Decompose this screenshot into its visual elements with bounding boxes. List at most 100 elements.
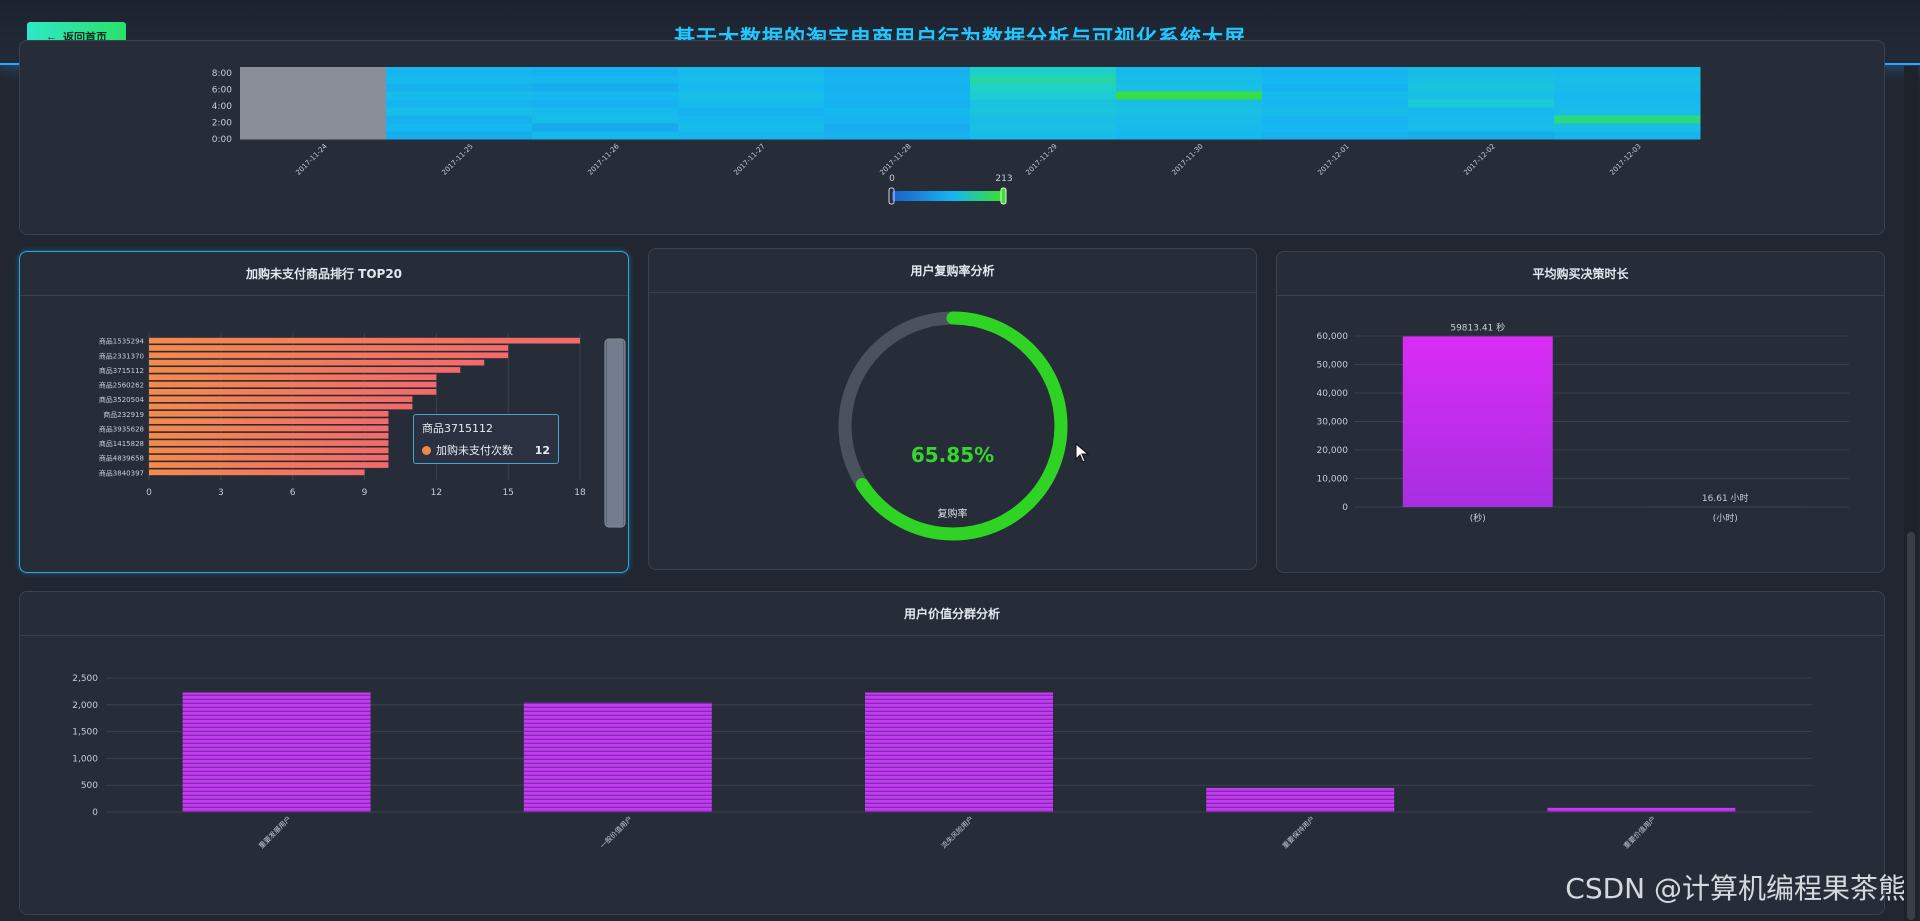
heatmap-cell [970,123,1117,132]
heatmap-x-tick: 2017-11-24 [294,142,329,177]
heatmap-cell [532,83,679,92]
cart-bar [149,432,389,439]
heatmap-cell [1408,67,1555,76]
segment-x-tick: 重要发展用户 [257,814,293,850]
segment-y-tick: 1,000 [72,754,98,764]
heatmap-cell [532,99,679,108]
heatmap-cell [1116,67,1263,76]
heatmap-cell [1116,99,1263,108]
segment-x-tick: 一般价值用户 [598,814,634,850]
heatmap-cell [970,99,1117,108]
heatmap-cell [386,91,533,100]
tooltip-title: 商品3715112 [422,422,493,435]
heatmap-cell [240,115,387,124]
series-dot-icon [422,445,431,455]
decision-y-tick: 50,000 [1317,361,1349,371]
heatmap-cell [1554,115,1701,124]
heatmap-x-tick: 2017-12-01 [1316,142,1350,176]
decision-data-label: 16.61 小时 [1702,492,1749,504]
heatmap-cell [1408,131,1555,140]
heatmap-cell [532,67,679,76]
cart-x-tick: 18 [574,488,586,498]
cart-bar [149,337,580,344]
heatmap-cell [824,115,971,124]
cart-x-tick: 6 [290,488,296,498]
cart-x-tick: 15 [502,488,513,498]
heatmap-x-tick: 2017-12-02 [1462,142,1496,176]
heatmap-cell [240,75,387,84]
heatmap-cell [824,83,971,92]
heatmap-cell [386,115,533,124]
heatmap-x-tick: 2017-11-30 [1170,142,1204,176]
heatmap-cell [1262,99,1409,108]
heatmap-cell [386,107,533,116]
heatmap-cell [1408,83,1555,92]
cart-y-tick: 商品2331370 [99,351,144,360]
repurchase-panel: 用户复购率分析 65.85% 复购率 [648,248,1257,570]
scrollbar-thumb[interactable] [1907,532,1915,920]
heatmap-cell [1554,75,1701,84]
heatmap-cell [1408,115,1555,124]
heatmap-cell [1262,91,1409,100]
cart-unpaid-panel: 加购未支付商品排行 TOP20 0 3 6 9 12 15 18 商品1535294 商品233… [19,251,629,573]
decision-bar [1402,336,1553,507]
heatmap-cell [970,83,1117,92]
heatmap-cell [532,123,679,132]
cart-bar [149,396,413,403]
heatmap-cell [240,123,387,132]
decision-time-bar-chart: 0 10,000 20,000 30,000 40,000 50,000 60,000 598… [1317,322,1849,524]
cart-bar [149,345,509,351]
cart-x-tick: 9 [362,488,368,498]
decision-y-tick: 20,000 [1317,446,1349,456]
heatmap-cell [678,99,825,108]
heatmap-cell [1116,115,1263,124]
cart-y-tick: 商品232919 [103,410,144,419]
heatmap-x-tick: 2017-12-03 [1608,142,1642,176]
heatmap-cell [678,115,825,124]
heatmap-cell [532,91,679,100]
cart-x-tick: 12 [431,488,442,498]
cart-unpaid-title: 加购未支付商品排行 TOP20 [20,252,628,296]
segment-bar [1547,807,1736,812]
segment-title: 用户价值分群分析 [20,592,1884,636]
visual-map-min-label: 0 [889,174,895,184]
heatmap-cell [1116,107,1263,116]
cart-y-tick: 商品1415828 [99,439,144,448]
heatmap-cell [1262,107,1409,116]
repurchase-rate-value: 65.85% [910,443,995,467]
heatmap-cell [678,107,825,116]
heatmap-cell [1554,131,1701,140]
heatmap-cell [824,75,971,84]
heatmap-cell [1262,123,1409,132]
cart-bar [149,440,389,446]
heatmap-cell [678,131,825,140]
cart-y-tick: 商品3520504 [99,395,145,404]
heatmap-cell [386,75,533,84]
heatmap-y-tick: 4:00 [212,102,232,112]
heatmap-cell [1554,91,1701,100]
heatmap-cell [1262,75,1409,84]
heatmap-cell [1554,83,1701,92]
cart-y-tick: 商品3840397 [99,468,144,477]
segment-y-tick: 2,000 [72,701,98,711]
heatmap-cell [1554,67,1701,76]
cart-bar [149,403,413,410]
chart-tooltip: 商品3715112 加购未支付次数 12 [413,414,559,464]
heatmap-cell [824,131,971,140]
heatmap-cell [240,131,387,140]
cart-zoom-slider-window [607,339,623,527]
heatmap-cell [824,99,971,108]
cart-bar [149,381,437,388]
heatmap-cell [970,75,1117,84]
decision-y-tick: 10,000 [1317,475,1349,485]
decision-y-tick: 0 [1342,503,1348,513]
cart-x-tick: 3 [218,488,224,498]
cart-y-tick: 商品3715112 [99,366,144,375]
segment-bar [182,692,371,812]
segment-bar [523,702,712,812]
heatmap-cell [386,131,533,140]
heatmap-cell [970,131,1117,140]
heatmap-cell [532,131,679,140]
cart-bar [149,352,509,359]
segment-x-tick: 重要保持用户 [1280,814,1316,850]
